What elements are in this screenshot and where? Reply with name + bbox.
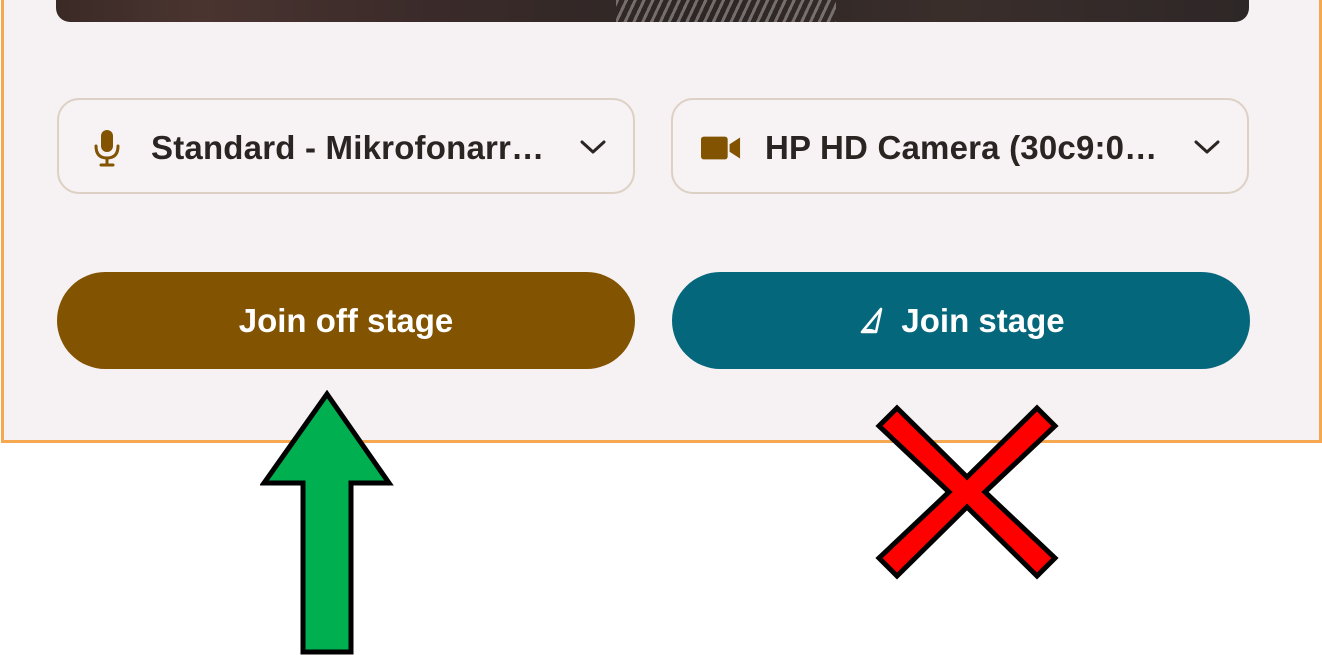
red-x-icon	[875, 404, 1059, 580]
video-preview	[56, 0, 1249, 22]
join-stage-label: Join stage	[901, 301, 1065, 339]
green-up-arrow-icon	[260, 390, 394, 655]
chevron-down-icon	[579, 133, 607, 161]
chevron-down-icon	[1193, 133, 1221, 161]
screenshot-canvas: Standard - Mikrofonarr… HP HD Camera (30…	[0, 0, 1322, 655]
microphone-icon	[87, 128, 127, 168]
camera-select-value: HP HD Camera (30c9:0…	[765, 129, 1158, 166]
video-preview-pattern	[616, 0, 836, 22]
join-off-stage-label: Join off stage	[238, 301, 454, 339]
join-off-stage-button[interactable]: Join off stage	[57, 272, 635, 369]
stage-spotlight-icon	[857, 306, 887, 336]
camera-select[interactable]: HP HD Camera (30c9:0…	[671, 98, 1249, 194]
microphone-select[interactable]: Standard - Mikrofonarr…	[57, 98, 635, 194]
join-stage-button[interactable]: Join stage	[672, 272, 1250, 369]
microphone-select-value: Standard - Mikrofonarr…	[151, 129, 545, 166]
join-settings-panel: Standard - Mikrofonarr… HP HD Camera (30…	[1, 0, 1322, 443]
video-camera-icon	[701, 128, 741, 168]
